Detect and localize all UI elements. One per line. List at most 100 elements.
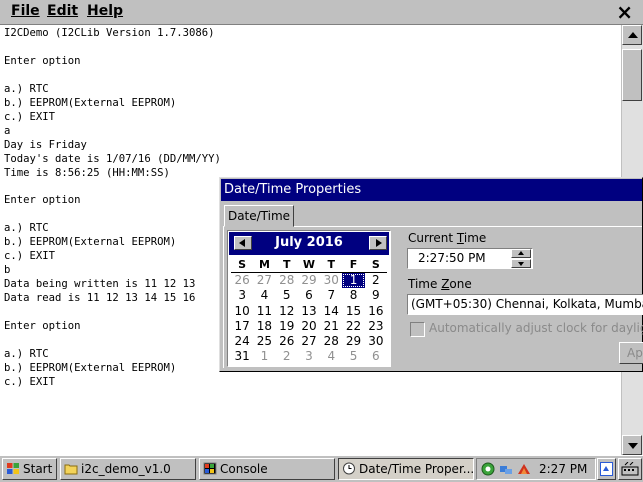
calendar-day[interactable]: 15 <box>342 304 364 319</box>
calendar-weekday: T <box>327 258 336 271</box>
calendar-day[interactable]: 28 <box>276 273 298 288</box>
calendar-day[interactable]: 26 <box>231 273 253 288</box>
current-time-label-a: Current <box>408 231 457 245</box>
calendar-day[interactable]: 21 <box>320 319 342 334</box>
console-line: a.) RTC <box>4 82 49 95</box>
menu-file-label: File <box>11 3 40 19</box>
calendar-day[interactable]: 19 <box>276 319 298 334</box>
calendar-day[interactable]: 9 <box>365 288 387 303</box>
show-desktop-button[interactable] <box>597 458 616 480</box>
calendar-weekday: S <box>238 258 247 271</box>
calendar-day[interactable]: 2 <box>276 349 298 364</box>
calendar-weekday: F <box>349 258 358 271</box>
calendar-day[interactable]: 7 <box>320 288 342 303</box>
tab-date-time[interactable]: Date/Time <box>224 205 294 227</box>
menu-bar: File Edit Help × <box>0 0 643 25</box>
calendar-weekday: W <box>302 258 316 271</box>
calendar-day[interactable]: 28 <box>320 334 342 349</box>
taskbar-item-date-time-label: Date/Time Proper... <box>359 462 474 476</box>
calendar-day[interactable]: 17 <box>231 319 253 334</box>
calendar-day[interactable]: 3 <box>298 349 320 364</box>
taskbar-item-folder-label: i2c_demo_v1.0 <box>81 462 171 476</box>
connection-icon[interactable] <box>499 462 513 476</box>
calendar-day[interactable]: 10 <box>231 304 253 319</box>
calendar-day[interactable]: 3 <box>231 288 253 303</box>
calendar-day-selected[interactable]: 1 <box>342 273 365 289</box>
calendar-day[interactable]: 5 <box>342 349 364 364</box>
calendar-day[interactable]: 1 <box>253 349 275 364</box>
arrow-down-icon <box>518 262 524 266</box>
calendar-day[interactable]: 26 <box>276 334 298 349</box>
calendar-day[interactable]: 12 <box>276 304 298 319</box>
calendar-day[interactable]: 25 <box>253 334 275 349</box>
calendar-day[interactable]: 5 <box>276 288 298 303</box>
calendar-day[interactable]: 4 <box>253 288 275 303</box>
menu-edit-label: Edit <box>47 3 79 19</box>
current-time-label: Current Time <box>408 231 486 245</box>
calendar-day[interactable]: 18 <box>253 319 275 334</box>
month-calendar[interactable]: July 2016 S M T W T F S 26 27 28 29 30 1 2 3 4 5 6 7 8 9 10 11… <box>227 230 391 367</box>
close-button[interactable]: × <box>616 0 633 24</box>
console-line: c.) EXIT <box>4 110 56 123</box>
calendar-weekday-row: SMTWTFS <box>231 257 387 274</box>
desktop-icon <box>600 462 613 476</box>
apply-button[interactable]: Ap <box>619 342 643 364</box>
calendar-day[interactable]: 2 <box>365 273 387 288</box>
console-line: a <box>4 124 11 137</box>
calendar-day[interactable]: 6 <box>298 288 320 303</box>
scroll-thumb[interactable] <box>622 49 642 101</box>
time-spin-up-button[interactable] <box>511 249 531 258</box>
taskbar-item-folder[interactable]: i2c_demo_v1.0 <box>60 458 196 480</box>
time-spinner[interactable] <box>511 249 531 268</box>
calendar-day[interactable]: 29 <box>342 334 364 349</box>
console-line: I2CDemo (I2CLib Version 1.7.3086) <box>4 27 215 39</box>
calendar-day[interactable]: 4 <box>320 349 342 364</box>
start-label: Start <box>23 462 53 476</box>
daylight-checkbox[interactable] <box>410 322 425 337</box>
taskbar-item-console-label: Console <box>220 462 268 476</box>
arrow-up-icon <box>628 32 638 38</box>
calendar-week-row: 17 18 19 20 21 22 23 <box>231 319 387 334</box>
calendar-day[interactable]: 16 <box>365 304 387 319</box>
calendar-day[interactable]: 20 <box>298 319 320 334</box>
calendar-header: July 2016 <box>229 232 389 255</box>
console-line: Enter option <box>4 54 81 67</box>
arrow-down-icon <box>628 443 638 449</box>
scroll-down-button[interactable] <box>622 435 642 455</box>
time-zone-select[interactable]: (GMT+05:30) Chennai, Kolkata, Mumbai, N <box>407 294 643 315</box>
calendar-day[interactable]: 30 <box>320 273 342 288</box>
calendar-day[interactable]: 23 <box>365 319 387 334</box>
calendar-day[interactable]: 8 <box>342 288 364 303</box>
taskbar-item-date-time[interactable]: Date/Time Proper... <box>338 458 474 480</box>
calendar-day[interactable]: 29 <box>298 273 320 288</box>
menu-edit[interactable]: Edit <box>47 3 78 19</box>
next-month-button[interactable] <box>369 236 387 250</box>
menu-help[interactable]: Help <box>87 3 123 19</box>
time-spin-down-button[interactable] <box>511 259 531 268</box>
console-line: c.) EXIT <box>4 375 56 388</box>
calendar-week-row: 31 1 2 3 4 5 6 <box>231 349 387 364</box>
calendar-day[interactable]: 24 <box>231 334 253 349</box>
calendar-week-row: 24 25 26 27 28 29 30 <box>231 334 387 349</box>
calendar-weekday: S <box>371 258 380 271</box>
calendar-day[interactable]: 31 <box>231 349 253 364</box>
calendar-day[interactable]: 6 <box>365 349 387 364</box>
calendar-day[interactable]: 13 <box>298 304 320 319</box>
calendar-day[interactable]: 27 <box>253 273 275 288</box>
calendar-week-row: 10 11 12 13 14 15 16 <box>231 304 387 319</box>
network-icon[interactable] <box>481 462 495 476</box>
scroll-up-button[interactable] <box>622 25 642 45</box>
volume-icon[interactable] <box>517 462 531 476</box>
calendar-day[interactable]: 30 <box>365 334 387 349</box>
calendar-day[interactable]: 11 <box>253 304 275 319</box>
menu-file[interactable]: File <box>11 3 40 19</box>
taskbar-item-console[interactable]: Console <box>199 458 335 480</box>
calendar-day[interactable]: 27 <box>298 334 320 349</box>
arrow-up-icon <box>518 251 524 255</box>
calendar-day[interactable]: 22 <box>342 319 364 334</box>
input-panel-button[interactable] <box>618 458 642 480</box>
start-button[interactable]: Start <box>2 458 57 480</box>
tray-clock[interactable]: 2:27 PM <box>539 459 587 479</box>
calendar-day[interactable]: 14 <box>320 304 342 319</box>
